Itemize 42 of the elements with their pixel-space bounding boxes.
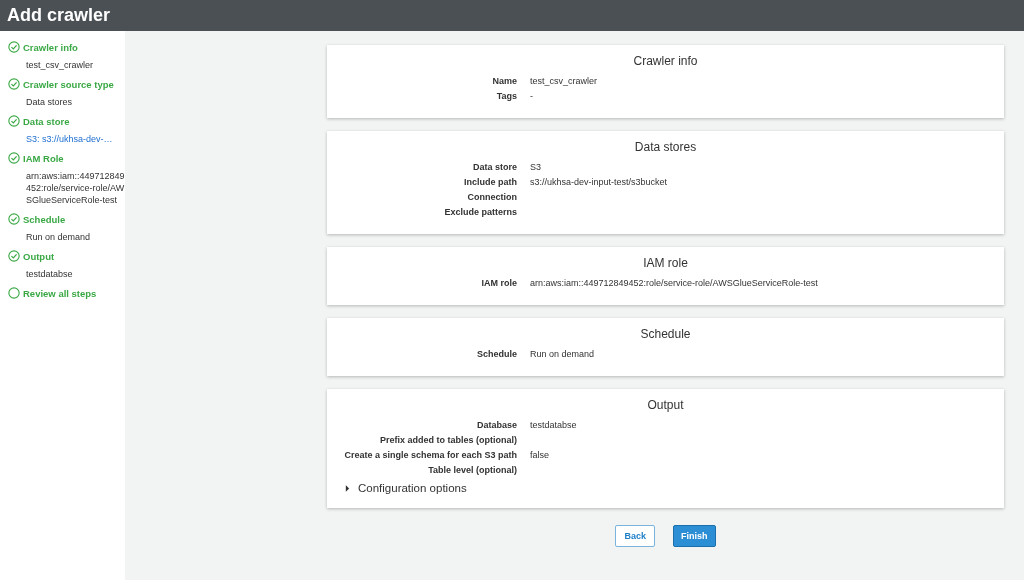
step-detail: test_csv_crawler bbox=[25, 59, 95, 72]
field-value: Run on demand bbox=[530, 348, 595, 361]
step-detail-link[interactable]: S3: s3://ukhsa-dev-… bbox=[8, 127, 125, 148]
field-label: Tags bbox=[495, 90, 517, 103]
back-button[interactable]: Back bbox=[615, 525, 655, 547]
step-detail: Run on demand bbox=[25, 231, 92, 244]
field-label: Table level (optional) bbox=[427, 464, 517, 477]
step-detail: arn:aws:iam::449712849452:role/service-role/AWSGlueServiceRole-test bbox=[25, 170, 125, 207]
field-label: Exclude patterns bbox=[443, 206, 517, 219]
field-label: Schedule bbox=[476, 348, 517, 361]
field-value: s3://ukhsa-dev-input-test/s3bucket bbox=[530, 176, 668, 189]
field-value: arn:aws:iam::449712849452:role/service-role/AWSGlueServiceRole-test bbox=[530, 277, 818, 290]
field-value: S3 bbox=[530, 161, 541, 174]
field-label: Create a single schema for each S3 path bbox=[343, 449, 517, 462]
step-link[interactable]: Crawler info bbox=[8, 41, 125, 53]
step-link[interactable]: Data store bbox=[8, 115, 125, 127]
step-link[interactable]: Crawler source type bbox=[8, 78, 125, 90]
field-label: Name bbox=[491, 75, 517, 88]
section-title: IAM role bbox=[642, 256, 689, 270]
section-title: Schedule bbox=[639, 327, 692, 341]
field-label: Database bbox=[475, 419, 517, 432]
section-title: Output bbox=[646, 398, 685, 412]
step-link[interactable]: IAM Role bbox=[8, 152, 125, 164]
field-value: test_csv_crawler bbox=[530, 75, 598, 88]
field-value: false bbox=[530, 449, 549, 462]
field-value: - bbox=[530, 90, 533, 103]
step-link[interactable]: Output bbox=[8, 250, 125, 262]
step-detail: testdatabse bbox=[25, 268, 74, 281]
field-label: IAM role bbox=[480, 277, 517, 290]
step-link[interactable]: Review all steps bbox=[8, 287, 125, 299]
field-label: Connection bbox=[466, 191, 517, 204]
expander-toggle[interactable]: Configuration options bbox=[327, 478, 1004, 494]
field-label: Include path bbox=[463, 176, 517, 189]
field-label: Data store bbox=[472, 161, 517, 174]
step-detail: Data stores bbox=[25, 96, 74, 109]
step-link[interactable]: Schedule bbox=[8, 213, 125, 225]
section-title: Data stores bbox=[633, 140, 698, 154]
field-label: Prefix added to tables (optional) bbox=[379, 434, 517, 447]
section-title: Crawler info bbox=[632, 54, 699, 68]
page-title: Add crawler bbox=[7, 5, 111, 26]
finish-button[interactable]: Finish bbox=[673, 525, 716, 547]
field-value: testdatabse bbox=[530, 419, 577, 432]
